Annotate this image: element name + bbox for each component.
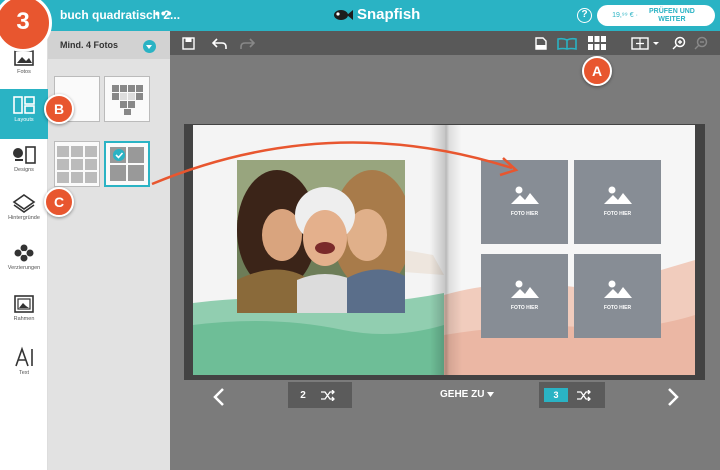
embellishments-icon bbox=[14, 244, 34, 262]
undo-icon[interactable] bbox=[210, 34, 228, 52]
checkout-button[interactable]: 19,⁹⁹ € · PRÜFEN UND WEITER bbox=[597, 5, 715, 26]
grid-layout-thumb bbox=[57, 146, 97, 183]
image-placeholder-icon bbox=[604, 186, 632, 204]
layout-option[interactable] bbox=[104, 76, 150, 122]
right-page-controls: 3 bbox=[539, 382, 605, 408]
single-page-view-icon[interactable] bbox=[532, 34, 550, 52]
sidebar-item-label: Layouts bbox=[14, 117, 34, 123]
previous-page-icon[interactable] bbox=[212, 387, 226, 407]
photo-placeholder[interactable]: FOTO HIER bbox=[481, 160, 568, 244]
placeholder-label: FOTO HIER bbox=[603, 305, 632, 311]
placed-photo[interactable] bbox=[237, 160, 405, 313]
layouts-icon bbox=[13, 96, 35, 114]
right-page-number: 3 bbox=[544, 388, 568, 402]
annotation-marker-b: B bbox=[44, 94, 74, 124]
checkout-label: PRÜFEN UND WEITER bbox=[648, 7, 695, 23]
family-photo-image bbox=[237, 160, 405, 313]
page-layout-dropdown-icon[interactable] bbox=[630, 34, 660, 52]
logo-text: Snapfish bbox=[357, 6, 421, 23]
editor-toolbar bbox=[170, 31, 720, 55]
placeholder-label: FOTO HIER bbox=[510, 211, 539, 217]
text-icon bbox=[15, 346, 33, 367]
zoom-in-icon[interactable] bbox=[670, 34, 688, 52]
sidebar-item-photos[interactable]: Fotos bbox=[0, 45, 48, 95]
photo-placeholder[interactable]: FOTO HIER bbox=[574, 160, 661, 244]
next-page-icon[interactable] bbox=[666, 387, 680, 407]
image-placeholder-icon bbox=[511, 186, 539, 204]
sidebar-item-label: Fotos bbox=[17, 69, 31, 75]
sidebar-item-label: Rahmen bbox=[13, 316, 35, 322]
heart-grid-icon bbox=[112, 85, 143, 115]
help-icon[interactable]: ? bbox=[577, 8, 592, 23]
sidebar-item-label: Hintergründe bbox=[8, 215, 40, 221]
annotation-marker-c: C bbox=[44, 187, 74, 217]
frames-icon bbox=[14, 295, 34, 313]
image-placeholder-icon bbox=[511, 280, 539, 298]
shuffle-icon[interactable] bbox=[318, 389, 338, 401]
top-bar: buch quadratisch 2... ••• Snapfish ? 19,… bbox=[0, 0, 720, 31]
sidebar-item-layouts[interactable]: Layouts bbox=[0, 89, 48, 139]
shuffle-icon[interactable] bbox=[574, 389, 594, 401]
sidebar-item-backgrounds[interactable]: Hintergründe bbox=[0, 187, 48, 237]
photo-placeholder[interactable]: FOTO HIER bbox=[574, 254, 661, 338]
photo-placeholder[interactable]: FOTO HIER bbox=[481, 254, 568, 338]
goto-page-dropdown[interactable]: GEHE ZU bbox=[440, 389, 495, 400]
sidebar-item-designs[interactable]: Designs bbox=[0, 139, 48, 189]
left-page-controls: 2 bbox=[288, 382, 352, 408]
left-page-number: 2 bbox=[300, 389, 306, 401]
four-photo-layout-thumb bbox=[110, 147, 144, 181]
sidebar-item-label: Verzierungen bbox=[7, 265, 41, 271]
sidebar-item-text[interactable]: Text bbox=[0, 340, 48, 390]
chevron-down-icon bbox=[487, 392, 495, 397]
chevron-down-icon[interactable] bbox=[143, 40, 156, 53]
save-icon[interactable] bbox=[180, 34, 196, 52]
photo-count-filter-label[interactable]: Mind. 4 Fotos bbox=[60, 40, 118, 50]
layout-panel-header: Mind. 4 Fotos bbox=[48, 31, 170, 59]
goto-label: GEHE ZU bbox=[440, 389, 485, 400]
sidebar-item-label: Text bbox=[18, 370, 30, 376]
annotation-marker-a: A bbox=[582, 56, 612, 86]
placeholder-label: FOTO HIER bbox=[510, 305, 539, 311]
grid-view-icon[interactable] bbox=[586, 34, 608, 52]
image-placeholder-icon bbox=[604, 280, 632, 298]
left-nav: Fotos Layouts Designs Hintergründe Verzi… bbox=[0, 31, 48, 470]
sidebar-item-embellishments[interactable]: Verzierungen bbox=[0, 237, 48, 287]
redo-icon[interactable] bbox=[238, 34, 256, 52]
fish-logo-icon bbox=[334, 9, 353, 20]
layout-option[interactable] bbox=[54, 141, 100, 187]
spread-view-icon[interactable] bbox=[556, 34, 578, 52]
layout-option-selected[interactable] bbox=[104, 141, 150, 187]
more-options-icon[interactable]: ••• bbox=[155, 5, 173, 21]
book-spine bbox=[430, 125, 462, 375]
snapfish-logo: Snapfish bbox=[333, 6, 420, 23]
zoom-out-icon[interactable] bbox=[692, 34, 710, 52]
sidebar-item-label: Designs bbox=[14, 167, 34, 173]
sidebar-item-frames[interactable]: Rahmen bbox=[0, 288, 48, 338]
placeholder-label: FOTO HIER bbox=[603, 211, 632, 217]
backgrounds-icon bbox=[12, 194, 36, 213]
checkout-price: 19,⁹⁹ € · bbox=[612, 12, 638, 19]
designs-icon bbox=[13, 146, 36, 164]
